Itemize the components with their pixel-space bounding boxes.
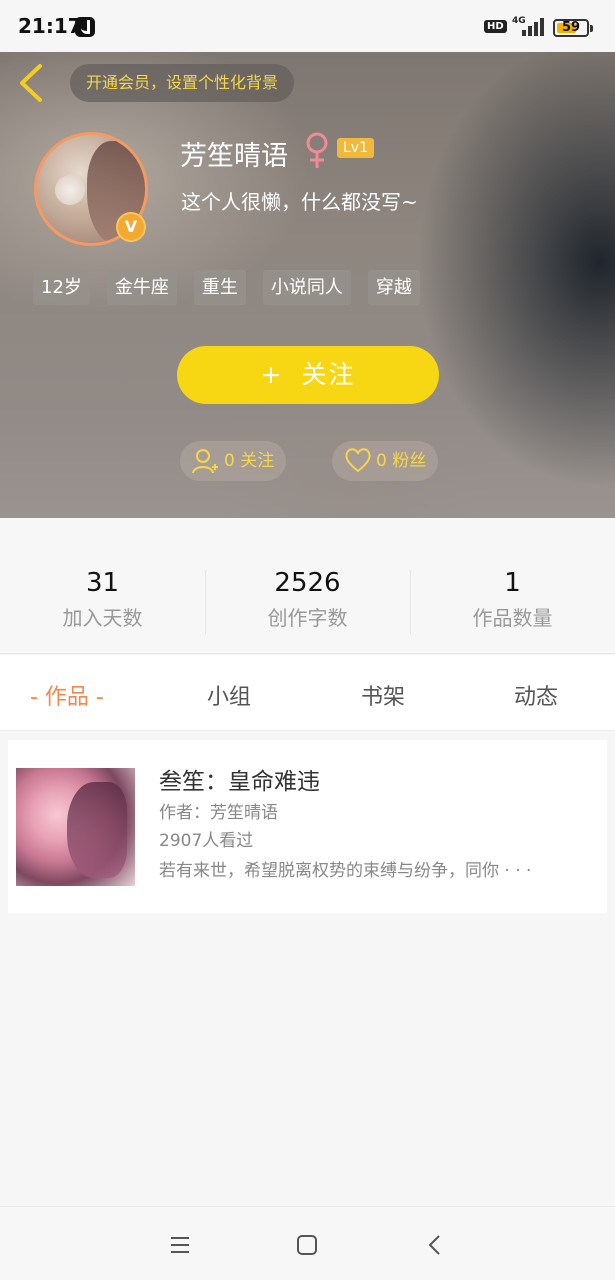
stat-label: 创作字数 bbox=[267, 606, 348, 630]
level-badge: Lv1 bbox=[337, 138, 374, 158]
book-author: 作者：芳笙晴语 bbox=[159, 803, 278, 823]
stat-join-days: 31 加入天数 bbox=[0, 568, 205, 631]
tiktok-icon bbox=[75, 17, 95, 37]
battery-level: 59 bbox=[561, 20, 581, 35]
tab-works[interactable]: - 作品 - bbox=[30, 679, 104, 711]
heart-icon bbox=[345, 448, 371, 473]
tab-activity[interactable]: 动态 bbox=[514, 679, 558, 711]
work-card[interactable]: 叁笙：皇命难违 作者：芳笙晴语 2907人看过 若有来世，希望脱离权势的束缚与纷… bbox=[8, 740, 607, 913]
tab-groups[interactable]: 小组 bbox=[207, 679, 251, 711]
bio-text: 这个人很懒，什么都没写~ bbox=[181, 190, 418, 214]
plus-icon: + bbox=[260, 360, 284, 389]
tag-item: 金牛座 bbox=[106, 270, 177, 305]
system-nav-bar bbox=[0, 1206, 615, 1280]
stat-word-count: 2526 创作字数 bbox=[205, 568, 410, 631]
back-button[interactable] bbox=[14, 62, 50, 104]
profile-header: 开通会员，设置个性化背景 V 芳笙晴语 Lv1 这个人很懒，什么都没写~ 12岁… bbox=[0, 52, 615, 518]
stat-value: 2526 bbox=[274, 568, 341, 598]
signal-icon bbox=[512, 16, 544, 36]
vip-background-prompt[interactable]: 开通会员，设置个性化背景 bbox=[70, 64, 295, 102]
book-views: 2907人看过 bbox=[159, 831, 254, 851]
menu-icon[interactable] bbox=[168, 1233, 192, 1257]
fans-count: 0 粉丝 bbox=[376, 451, 427, 471]
follow-button-label: 关注 bbox=[301, 360, 356, 389]
tab-bookshelf[interactable]: 书架 bbox=[361, 679, 405, 711]
following-count-button[interactable]: 0 关注 bbox=[180, 441, 287, 481]
tag-item: 12岁 bbox=[33, 270, 90, 305]
verified-badge: V bbox=[116, 212, 146, 242]
person-add-icon bbox=[192, 449, 218, 474]
home-icon[interactable] bbox=[295, 1233, 319, 1257]
back-nav-icon[interactable] bbox=[423, 1233, 447, 1257]
stat-works-count: 1 作品数量 bbox=[410, 568, 615, 631]
female-icon bbox=[306, 132, 328, 168]
stat-label: 作品数量 bbox=[472, 606, 553, 630]
tag-item: 重生 bbox=[193, 270, 246, 305]
book-title: 叁笙：皇命难违 bbox=[159, 769, 320, 795]
stat-value: 31 bbox=[85, 568, 120, 598]
book-cover[interactable] bbox=[16, 768, 135, 886]
tag-item: 小说同人 bbox=[262, 270, 351, 305]
stats-section: 31 加入天数 2526 创作字数 1 作品数量 bbox=[0, 518, 615, 654]
stat-value: 1 bbox=[504, 568, 521, 598]
status-time: 21:17 bbox=[18, 14, 82, 38]
username: 芳笙晴语 bbox=[180, 141, 288, 172]
fans-count-button[interactable]: 0 粉丝 bbox=[332, 441, 439, 481]
chevron-left-icon bbox=[20, 64, 42, 102]
stat-label: 加入天数 bbox=[62, 606, 143, 630]
following-count: 0 关注 bbox=[224, 451, 275, 471]
hd-icon: HD bbox=[484, 20, 507, 33]
book-summary: 若有来世，希望脱离权势的束缚与纷争，同你 · · · bbox=[159, 861, 532, 881]
follow-button[interactable]: + 关注 bbox=[177, 346, 439, 404]
status-bar: 21:17 HD 4G 59 bbox=[0, 0, 615, 52]
battery-icon: 59 bbox=[553, 19, 593, 37]
tag-list: 12岁 金牛座 重生 小说同人 穿越 bbox=[33, 270, 420, 305]
tag-item: 穿越 bbox=[367, 270, 420, 305]
profile-tabs: - 作品 - 小组 书架 动态 bbox=[0, 655, 615, 731]
